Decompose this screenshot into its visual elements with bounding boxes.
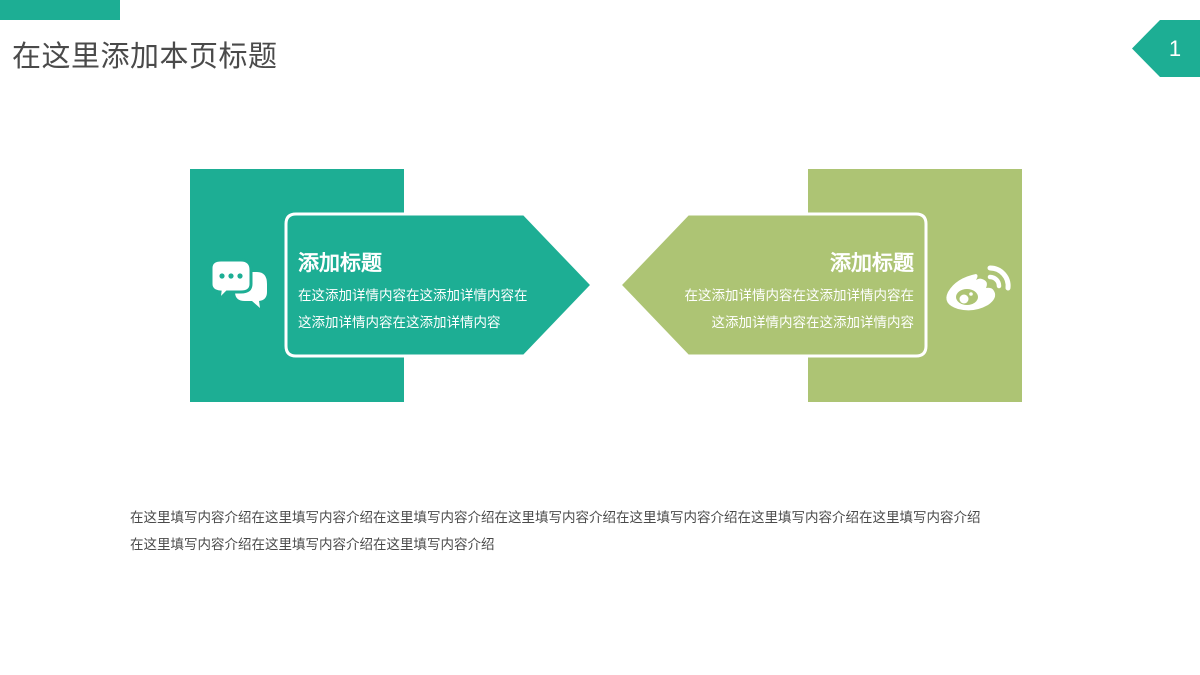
right-card-description-line: 在这添加详情内容在这添加详情内容在: [684, 288, 915, 304]
page-title: 在这里添加本页标题: [12, 39, 278, 73]
right-card-description-line: 这添加详情内容在这添加详情内容: [711, 315, 915, 331]
body-text: 在这里填写内容介绍在这里填写内容介绍在这里填写内容介绍在这里填写内容介绍在这里填…: [130, 505, 1090, 559]
top-accent-bar: [0, 0, 120, 20]
right-card-title: 添加标题: [830, 251, 914, 275]
page-number-tag: 1: [1132, 20, 1200, 77]
left-card-description-line: 在这添加详情内容在这添加详情内容在: [298, 288, 528, 304]
left-card-description: 在这添加详情内容在这添加详情内容在 这添加详情内容在这添加详情内容: [298, 283, 560, 337]
chat-bubbles-icon: [207, 258, 269, 314]
left-card-description-line: 这添加详情内容在这添加详情内容: [298, 315, 501, 331]
right-card-description: 在这添加详情内容在这添加详情内容在 这添加详情内容在这添加详情内容: [652, 283, 915, 337]
weibo-icon: [942, 258, 1014, 314]
page-number: 1: [1168, 36, 1182, 61]
left-card-title: 添加标题: [298, 251, 382, 275]
body-text-line: 在这里填写内容介绍在这里填写内容介绍在这里填写内容介绍: [130, 537, 495, 553]
body-text-line: 在这里填写内容介绍在这里填写内容介绍在这里填写内容介绍在这里填写内容介绍在这里填…: [130, 510, 981, 526]
